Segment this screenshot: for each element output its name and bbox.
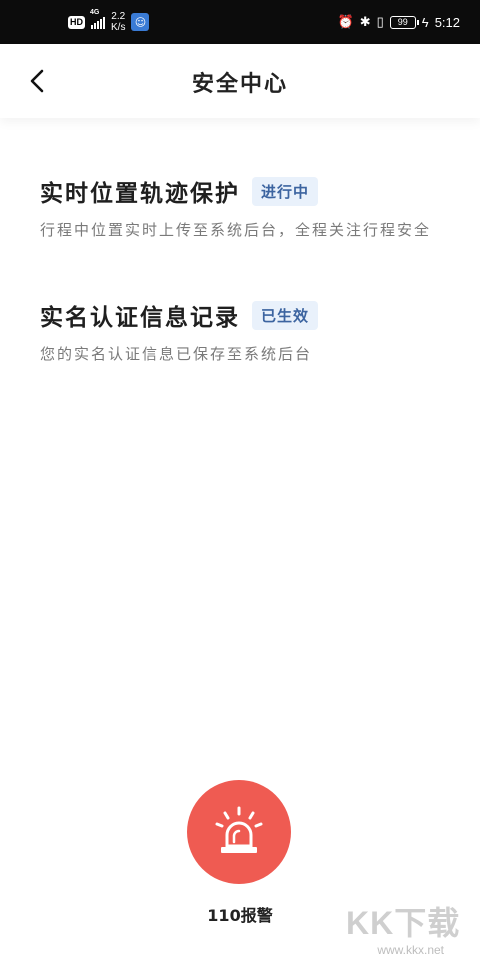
alarm-clock-icon: ⏰ (337, 14, 354, 29)
app-notification-icon: ☺ (131, 13, 150, 31)
clock-time: 5:12 (434, 14, 460, 30)
nav-bar: 安全中心 (0, 44, 480, 118)
item-description: 您的实名认证信息已保存至系统后台 (40, 345, 313, 363)
speed-value: 2.2 (111, 11, 126, 22)
item-header: 实名认证信息记录 已生效 (40, 298, 440, 332)
alarm-110-button[interactable] (187, 780, 291, 884)
vibrate-icon: ▯ (376, 14, 384, 29)
item-description: 行程中位置实时上传至系统后台，全程关注行程安全 (40, 221, 432, 239)
bluetooth-icon: ✱ (359, 14, 371, 29)
status-badge: 已生效 (252, 300, 319, 330)
watermark-text: KK下载 (346, 905, 461, 941)
status-left: HD 4G 2.2 K/s ☺ (68, 9, 150, 34)
safety-item-location: 实时位置轨迹保护 进行中 行程中位置实时上传至系统后台，全程关注行程安全 (40, 174, 440, 241)
speed-unit: K/s (111, 22, 126, 33)
battery-icon: 99 (389, 15, 419, 29)
network-type: 4G (90, 9, 100, 16)
status-badge: 进行中 (252, 176, 319, 206)
page-title: 安全中心 (191, 71, 288, 97)
network-speed: 2.2 K/s (111, 11, 125, 33)
hd-badge: HD (68, 15, 85, 29)
safety-item-realname: 实名认证信息记录 已生效 您的实名认证信息已保存至系统后台 (40, 298, 440, 365)
charging-icon: ϟ (421, 14, 429, 30)
siren-icon (215, 806, 263, 853)
status-right: ⏰ ✱ ▯ 99 ϟ 5:12 (338, 10, 460, 34)
item-title: 实名认证信息记录 (40, 304, 240, 331)
watermark-url: www.kkx.net (377, 943, 444, 957)
status-bar: HD 4G 2.2 K/s ☺ ⏰ ✱ ▯ 99 ϟ 5:12 (0, 0, 480, 44)
item-title: 实时位置轨迹保护 (40, 180, 240, 207)
item-header: 实时位置轨迹保护 进行中 (40, 174, 440, 208)
watermark-logo: KK下载 www.kkx.net (346, 905, 466, 957)
signal-icon: 4G (90, 9, 105, 29)
